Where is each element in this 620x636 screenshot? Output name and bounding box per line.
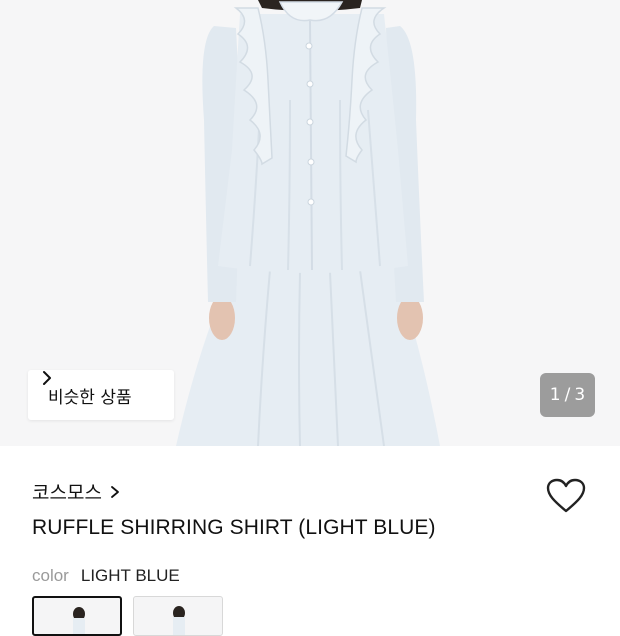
color-info: color LIGHT BLUE <box>32 566 180 586</box>
product-title: RUFFLE SHIRRING SHIRT (LIGHT BLUE) <box>32 516 436 539</box>
image-counter: 1 / 3 <box>540 373 595 417</box>
thumbnail-image <box>173 606 185 635</box>
thumbnail-2[interactable] <box>133 596 223 636</box>
chevron-right-icon <box>111 485 119 498</box>
image-counter-separator: / <box>564 385 571 405</box>
similar-products-label: 비슷한 상품 <box>48 387 132 408</box>
image-counter-current: 1 <box>549 385 561 405</box>
color-value: LIGHT BLUE <box>80 566 180 585</box>
similar-products-button[interactable]: 비슷한 상품 <box>28 370 174 420</box>
color-label: color <box>32 566 69 585</box>
brand-link[interactable]: 코스모스 <box>32 478 120 505</box>
product-image[interactable]: 비슷한 상품 1 / 3 <box>0 0 620 446</box>
chevron-right-icon <box>43 371 51 385</box>
image-counter-total: 3 <box>574 385 586 405</box>
brand-name: 코스모스 <box>32 482 102 504</box>
thumbnail-image <box>73 607 85 634</box>
heart-icon[interactable] <box>546 478 586 514</box>
thumbnail-1[interactable] <box>32 596 122 636</box>
